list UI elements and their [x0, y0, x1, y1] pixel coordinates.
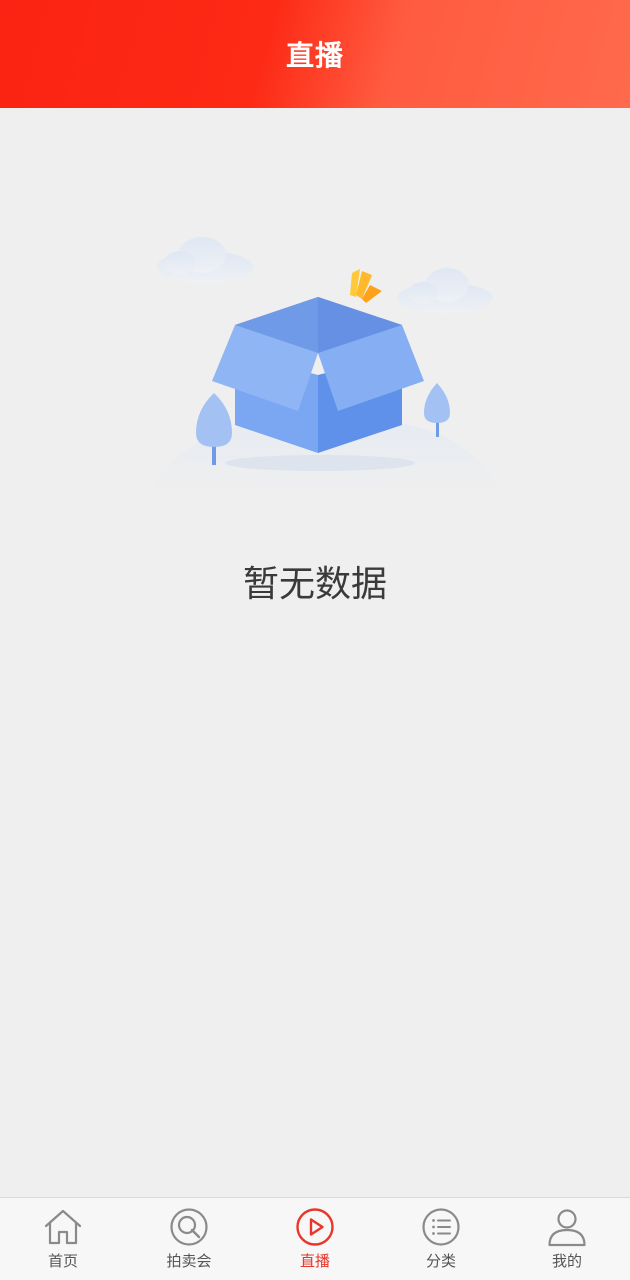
- sparkle-icon: [350, 269, 382, 303]
- tab-auction[interactable]: 拍卖会: [126, 1198, 252, 1280]
- home-icon: [44, 1209, 82, 1245]
- live-play-icon: [296, 1208, 334, 1246]
- tab-mine[interactable]: 我的: [504, 1198, 630, 1280]
- empty-state-message: 暂无数据: [242, 564, 387, 605]
- tab-home-label: 首页: [47, 1252, 78, 1270]
- tab-live[interactable]: 直播: [252, 1198, 378, 1280]
- tab-home[interactable]: 首页: [0, 1198, 126, 1280]
- tab-mine-label: 我的: [551, 1252, 582, 1270]
- tree-right-icon: [424, 383, 450, 437]
- tab-auction-label: 拍卖会: [166, 1252, 212, 1270]
- cloud-right-icon: [397, 268, 493, 313]
- tab-live-label: 直播: [299, 1252, 330, 1270]
- tab-category-label: 分类: [425, 1252, 456, 1270]
- top-header: 直播: [0, 0, 630, 108]
- auction-icon: [170, 1208, 208, 1246]
- page-title: 直播: [285, 39, 344, 72]
- bottom-tab-bar: 首页 拍卖会 直播 分类 我的: [0, 1197, 630, 1280]
- cloud-left-icon: [157, 237, 253, 283]
- category-list-icon: [422, 1208, 460, 1246]
- live-page: 直播 暂无数据 首页 拍卖会 直播 分类 我的: [0, 0, 630, 1280]
- tab-category[interactable]: 分类: [378, 1198, 504, 1280]
- user-icon: [548, 1209, 586, 1247]
- empty-box-illustration: [140, 225, 510, 515]
